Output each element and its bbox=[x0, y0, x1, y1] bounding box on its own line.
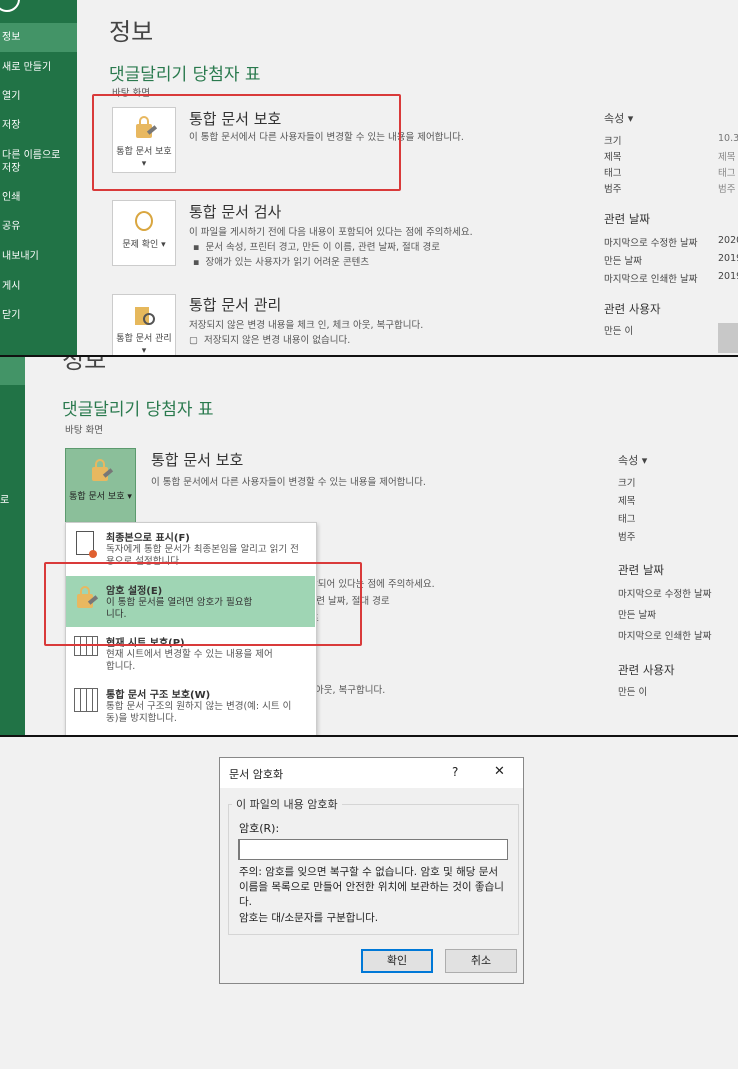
author-label: 만든 이 bbox=[604, 326, 634, 337]
protect-workbook-button[interactable]: 통합 문서 보호 ▾ bbox=[65, 448, 136, 523]
manage-workbook-button[interactable]: 통합 문서 관리 ▾ bbox=[112, 294, 176, 356]
panel-info-view: 정보 새로 만들기 열기 저장 다른 이름으로 저장 인쇄 공유 내보내기 게시… bbox=[0, 0, 738, 356]
date-value: 2019 bbox=[718, 271, 738, 282]
bullet-text: 장애가 있는 사용자가 읽기 어려운 콘텐츠 bbox=[205, 257, 370, 268]
workbook-lock-icon bbox=[74, 688, 98, 712]
password-label: 암호(R): bbox=[239, 822, 280, 835]
highlight-box bbox=[44, 562, 362, 646]
password-input[interactable] bbox=[238, 839, 508, 860]
sidebar-item-save-as[interactable]: 다른 이름으로 저장 bbox=[2, 149, 67, 175]
sidebar-item-open[interactable]: 열기 bbox=[2, 90, 20, 103]
properties-title[interactable]: 속성 ▾ bbox=[604, 110, 738, 126]
bullet-text: 문서 속성, 프린터 경고, 만든 이 이름, 관련 날짜, 절대 경로 bbox=[205, 242, 441, 253]
group-label: 이 파일의 내용 암호화 bbox=[232, 796, 342, 812]
section-desc: 이 파일을 게시하기 전에 다음 내용이 포함되어 있다는 점에 주의하세요. bbox=[189, 227, 473, 238]
properties-panel: 속성 ▾ 크기 제목 태그 범주 관련 날짜 마지막으로 수정한 날짜 만든 날… bbox=[618, 452, 738, 698]
section-desc: 저장되지 않은 변경 내용을 체크 인, 체크 아웃, 복구합니다. bbox=[189, 320, 424, 331]
prop-label: 범주 bbox=[604, 184, 622, 195]
sidebar-item-save[interactable]: 저장 bbox=[2, 119, 20, 132]
menu-item-desc: 통합 문서 구조의 원하지 않는 변경(예: 시트 이동)을 방지합니다. bbox=[106, 701, 292, 724]
page-title: 정보 bbox=[62, 357, 107, 374]
menu-item-title: 통합 문서 구조 보호(W) bbox=[106, 690, 211, 701]
page-title: 정보 bbox=[109, 18, 154, 46]
document-title: 댓글달리기 당첨자 표 bbox=[62, 400, 214, 420]
note-text: 저장되지 않은 변경 내용이 없습니다. bbox=[204, 335, 351, 346]
date-label: 마지막으로 수정한 날짜 bbox=[604, 238, 698, 249]
document-icon: ▢ bbox=[189, 335, 198, 346]
prop-value[interactable]: 범주 bbox=[718, 181, 735, 195]
sidebar-item-print[interactable]: 인쇄 bbox=[2, 191, 20, 204]
divider bbox=[0, 735, 738, 737]
cancel-button[interactable]: 취소 bbox=[445, 949, 517, 973]
prop-value[interactable]: 태그 bbox=[718, 165, 735, 179]
bullet-item: ▪ 장애가 있는 사용자가 읽기 어려운 콘텐츠 bbox=[193, 257, 370, 268]
prop-value[interactable]: 제목 bbox=[718, 149, 735, 163]
document-title: 댓글달리기 당첨자 표 bbox=[109, 65, 261, 85]
date-label: 마지막으로 인쇄한 날짜 bbox=[618, 631, 712, 642]
button-label: 통합 문서 관리 bbox=[116, 334, 172, 344]
properties-title[interactable]: 속성 ▾ bbox=[618, 452, 738, 468]
sidebar-item-export[interactable]: 내보내기 bbox=[2, 250, 39, 263]
document-location: 바탕 화면 bbox=[65, 425, 103, 436]
help-button[interactable]: ? bbox=[452, 765, 458, 779]
people-title: 관련 사용자 bbox=[618, 663, 675, 677]
back-icon[interactable] bbox=[0, 0, 20, 12]
dates-title: 관련 날짜 bbox=[604, 212, 650, 226]
prop-value: 10.3 bbox=[718, 133, 738, 144]
sidebar-item-new[interactable]: 새로 만들기 bbox=[2, 61, 51, 74]
menu-item-desc: 현재 시트에서 변경할 수 있는 내용을 제어합니다. bbox=[106, 649, 273, 672]
prop-label: 범주 bbox=[618, 532, 636, 543]
dates-title: 관련 날짜 bbox=[618, 563, 664, 577]
inspect-icon bbox=[133, 209, 157, 235]
highlight-box bbox=[92, 94, 401, 191]
date-label: 만든 날짜 bbox=[604, 256, 642, 267]
prop-label: 제목 bbox=[604, 152, 622, 163]
backstage-sidebar: 로 bbox=[0, 357, 25, 735]
sidebar-item-info-bg bbox=[0, 357, 25, 385]
section-title: 통합 문서 관리 bbox=[189, 296, 282, 314]
document-ribbon-icon bbox=[76, 531, 97, 558]
prop-label: 태그 bbox=[604, 168, 622, 179]
lock-key-icon bbox=[89, 459, 114, 485]
menu-item-protect-structure[interactable]: 통합 문서 구조 보호(W) 통합 문서 구조의 원하지 않는 변경(예: 시트… bbox=[66, 680, 316, 732]
panel-protect-menu: 로 정보 댓글달리기 당첨자 표 바탕 화면 통합 문서 보호 ▾ 통합 문서 … bbox=[0, 357, 738, 735]
sidebar-item-save-as-partial[interactable]: 로 bbox=[0, 494, 9, 507]
section-title: 통합 문서 검사 bbox=[189, 203, 282, 221]
prop-label: 크기 bbox=[618, 478, 636, 489]
prop-label: 태그 bbox=[618, 514, 636, 525]
sidebar-item-share[interactable]: 공유 bbox=[2, 220, 20, 233]
backstage-sidebar: 정보 새로 만들기 열기 저장 다른 이름으로 저장 인쇄 공유 내보내기 게시… bbox=[0, 0, 77, 356]
people-title: 관련 사용자 bbox=[604, 302, 661, 316]
date-label: 마지막으로 인쇄한 날짜 bbox=[604, 274, 698, 285]
properties-panel: 속성 ▾ 크기 10.3 제목 제목 태그 태그 범주 범주 관련 날짜 마지막으로 수… bbox=[604, 110, 738, 353]
author-label: 만든 이 bbox=[618, 687, 648, 698]
unsaved-note: ▢ 저장되지 않은 변경 내용이 없습니다. bbox=[189, 332, 350, 346]
section-desc: 이 통합 문서에서 다른 사용자들이 변경할 수 있는 내용을 제어합니다. bbox=[151, 477, 426, 488]
check-issues-button[interactable]: 문제 확인 ▾ bbox=[112, 200, 176, 266]
warning-text: 주의: 암호를 잊으면 복구할 수 없습니다. 암호 및 해당 문서 이름을 목… bbox=[239, 866, 504, 908]
bullet-item: ▪ 문서 속성, 프린터 경고, 만든 이 이름, 관련 날짜, 절대 경로 bbox=[193, 242, 441, 253]
sidebar-item-info[interactable]: 정보 bbox=[2, 31, 20, 44]
prop-label: 크기 bbox=[604, 136, 622, 147]
button-label: 통합 문서 보호 bbox=[69, 492, 125, 502]
close-button[interactable]: ✕ bbox=[494, 764, 505, 779]
encrypt-document-dialog: 문서 암호화 ? ✕ 이 파일의 내용 암호화 암호(R): 주의: 암호를 잊… bbox=[219, 757, 524, 984]
dialog-title: 문서 암호화 bbox=[229, 768, 284, 781]
date-value: 2020 bbox=[718, 235, 738, 246]
sidebar-item-publish[interactable]: 게시 bbox=[2, 280, 20, 293]
sidebar-item-close[interactable]: 닫기 bbox=[2, 309, 20, 322]
avatar-icon bbox=[718, 323, 738, 353]
date-value: 2019 bbox=[718, 253, 738, 264]
prop-label: 제목 bbox=[618, 496, 636, 507]
ok-button[interactable]: 확인 bbox=[361, 949, 433, 973]
section-title: 통합 문서 보호 bbox=[151, 451, 244, 469]
case-note: 암호는 대/소문자를 구분합니다. bbox=[239, 912, 379, 924]
button-label: 문제 확인 bbox=[122, 240, 159, 250]
date-label: 만든 날짜 bbox=[618, 610, 656, 621]
manage-icon bbox=[133, 303, 157, 329]
date-label: 마지막으로 수정한 날짜 bbox=[618, 589, 712, 600]
menu-item-title: 최종본으로 표시(F) bbox=[106, 533, 190, 544]
